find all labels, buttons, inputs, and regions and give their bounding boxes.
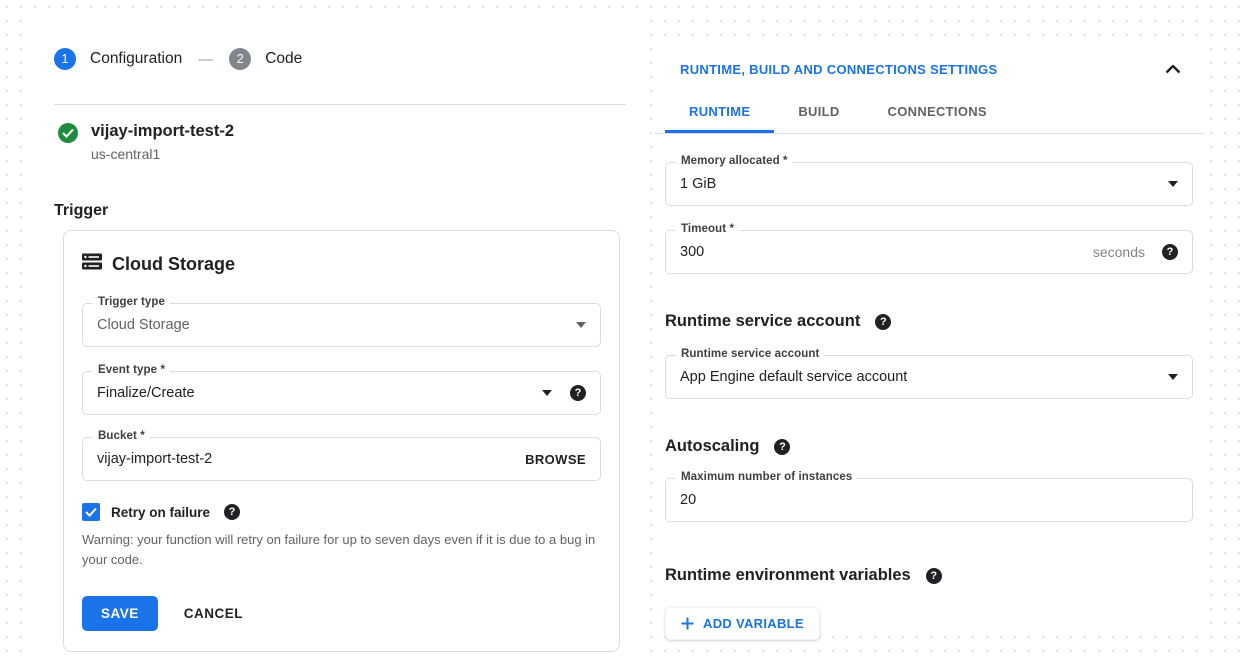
step-1-label: Configuration: [90, 50, 182, 68]
function-summary: vijay-import-test-2 us-central1: [58, 122, 648, 162]
step-1-indicator: 1: [54, 48, 76, 70]
settings-section-title[interactable]: RUNTIME, BUILD AND CONNECTIONS SETTINGS: [680, 62, 997, 77]
trigger-type-select[interactable]: Trigger type Cloud Storage: [82, 303, 601, 347]
step-2-indicator: 2: [229, 48, 251, 70]
timeout-field: Timeout * seconds ?: [665, 230, 1193, 274]
add-variable-button[interactable]: ADD VARIABLE: [665, 607, 820, 640]
retry-warning-text: Warning: your function will retry on fai…: [82, 530, 598, 570]
divider: [54, 104, 626, 105]
bucket-label: Bucket *: [93, 430, 150, 442]
dropdown-caret-icon[interactable]: [542, 390, 552, 396]
help-icon[interactable]: ?: [224, 504, 240, 520]
event-type-value: Finalize/Create: [97, 385, 195, 401]
tab-runtime[interactable]: RUNTIME: [665, 91, 774, 133]
runtime-service-account-select[interactable]: Runtime service account App Engine defau…: [665, 355, 1193, 399]
timeout-input[interactable]: [680, 244, 1093, 260]
memory-select[interactable]: Memory allocated * 1 GiB: [665, 162, 1193, 206]
configuration-panel: 1 Configuration — 2 Code vijay-import-te…: [30, 10, 648, 658]
form-actions: SAVE CANCEL: [82, 596, 601, 631]
stepper-separator: —: [198, 51, 213, 68]
max-instances-input[interactable]: [680, 492, 1178, 508]
chevron-up-icon[interactable]: [1163, 63, 1183, 76]
settings-tabs: RUNTIME BUILD CONNECTIONS: [655, 91, 1205, 134]
bucket-input[interactable]: [97, 451, 525, 467]
max-instances-label: Maximum number of instances: [676, 471, 857, 483]
plus-icon: [681, 617, 694, 630]
runtime-service-account-value: App Engine default service account: [680, 369, 907, 385]
retry-label: Retry on failure: [111, 505, 210, 520]
retry-row: Retry on failure ?: [82, 503, 601, 521]
step-configuration[interactable]: 1 Configuration: [54, 48, 182, 70]
tab-connections[interactable]: CONNECTIONS: [864, 91, 1011, 133]
settings-header: RUNTIME, BUILD AND CONNECTIONS SETTINGS: [655, 40, 1205, 77]
save-button[interactable]: SAVE: [82, 596, 158, 631]
event-type-select[interactable]: Event type * Finalize/Create ?: [82, 371, 601, 415]
dropdown-caret-icon[interactable]: [576, 322, 586, 328]
success-check-icon: [58, 123, 78, 143]
retry-checkbox[interactable]: [82, 503, 100, 521]
timeout-label: Timeout *: [676, 223, 739, 235]
trigger-type-value: Cloud Storage: [97, 317, 190, 333]
env-vars-heading: Runtime environment variables ?: [665, 566, 1193, 585]
browse-button[interactable]: BROWSE: [525, 452, 586, 467]
help-icon[interactable]: ?: [1162, 244, 1178, 260]
runtime-service-account-label: Runtime service account: [676, 348, 824, 360]
help-icon[interactable]: ?: [926, 568, 942, 584]
help-icon[interactable]: ?: [570, 385, 586, 401]
trigger-type-label: Trigger type: [93, 296, 170, 308]
dropdown-caret-icon[interactable]: [1168, 181, 1178, 187]
function-name: vijay-import-test-2: [91, 122, 234, 141]
dropdown-caret-icon[interactable]: [1168, 374, 1178, 380]
step-code[interactable]: 2 Code: [229, 48, 302, 70]
function-region: us-central1: [91, 146, 234, 162]
trigger-card-title: Cloud Storage: [112, 254, 235, 275]
cancel-button[interactable]: CANCEL: [184, 596, 243, 631]
stepper: 1 Configuration — 2 Code: [30, 10, 648, 70]
max-instances-field: Maximum number of instances: [665, 478, 1193, 522]
runtime-service-account-heading: Runtime service account ?: [665, 312, 1193, 331]
timeout-unit: seconds: [1093, 244, 1145, 260]
memory-value: 1 GiB: [680, 176, 716, 192]
autoscaling-heading: Autoscaling ?: [665, 437, 1193, 456]
trigger-card: Cloud Storage Trigger type Cloud Storage…: [63, 230, 620, 652]
help-icon[interactable]: ?: [774, 439, 790, 455]
step-2-label: Code: [265, 50, 302, 68]
bucket-field: Bucket * BROWSE: [82, 437, 601, 481]
add-variable-label: ADD VARIABLE: [703, 616, 804, 631]
trigger-heading: Trigger: [54, 202, 648, 220]
memory-label: Memory allocated *: [676, 155, 793, 167]
settings-panel: RUNTIME, BUILD AND CONNECTIONS SETTINGS …: [655, 40, 1205, 632]
tab-build[interactable]: BUILD: [774, 91, 863, 133]
help-icon[interactable]: ?: [875, 314, 891, 330]
cloud-storage-icon: [82, 253, 102, 275]
event-type-label: Event type *: [93, 364, 170, 376]
